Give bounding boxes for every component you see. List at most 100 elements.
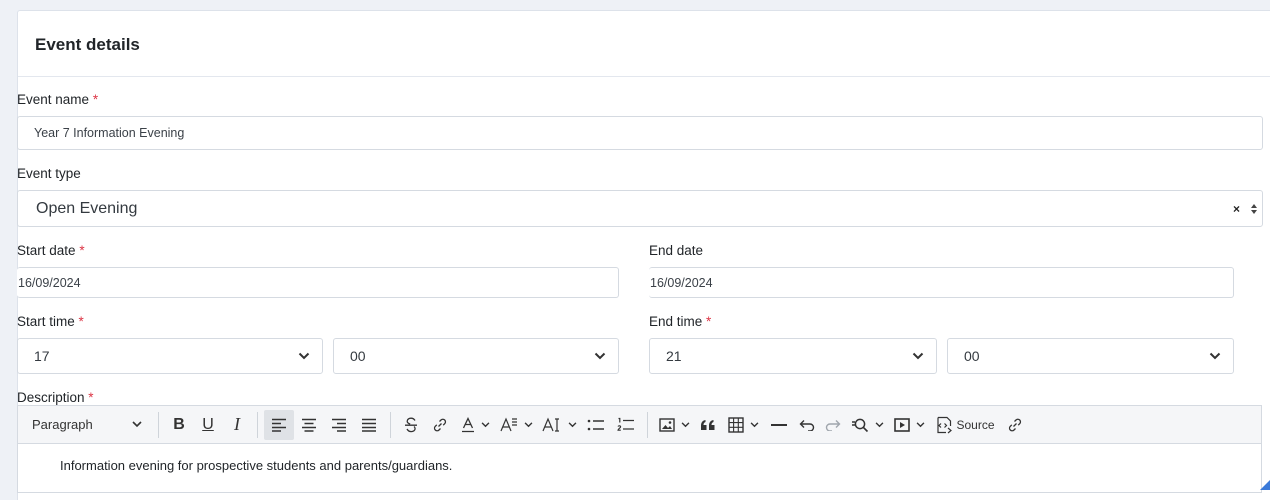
- start-time-label-text: Start time: [17, 314, 75, 329]
- align-justify-button[interactable]: [354, 410, 384, 440]
- italic-button[interactable]: I: [223, 410, 251, 440]
- link-icon: [432, 417, 448, 433]
- text-case-button[interactable]: [537, 410, 581, 440]
- end-minute-value: 00: [964, 348, 980, 364]
- end-hour-select[interactable]: 21: [649, 338, 937, 374]
- chevron-down-icon: [1209, 352, 1221, 360]
- start-hour-select[interactable]: 17: [17, 338, 323, 374]
- chevron-down-icon: [132, 421, 142, 428]
- redo-icon: [825, 419, 841, 431]
- align-right-button[interactable]: [324, 410, 354, 440]
- start-date-input[interactable]: 16/09/2024: [17, 267, 619, 298]
- start-minute-select[interactable]: 00: [333, 338, 619, 374]
- align-left-button[interactable]: [264, 410, 294, 440]
- media-embed-button[interactable]: [888, 410, 930, 440]
- toolbar-divider: [390, 412, 391, 438]
- bulleted-list-icon: [587, 418, 605, 432]
- required-marker: *: [706, 314, 711, 329]
- chevron-down-icon: [298, 352, 310, 360]
- font-size-button[interactable]: [495, 410, 537, 440]
- numbered-list-button[interactable]: [611, 410, 641, 440]
- heading-dropdown-label: Paragraph: [32, 417, 93, 432]
- bulleted-list-button[interactable]: [581, 410, 611, 440]
- align-right-icon: [331, 418, 347, 432]
- end-date-input[interactable]: 16/09/2024: [649, 267, 1234, 298]
- event-name-input[interactable]: Year 7 Information Evening: [17, 116, 1263, 150]
- blockquote-icon: [700, 419, 716, 431]
- horizontal-line-icon: [770, 423, 788, 427]
- sort-updown-icon[interactable]: [1251, 204, 1257, 214]
- end-date-label: End date: [649, 243, 703, 258]
- underline-button[interactable]: U: [193, 410, 223, 440]
- source-label: Source: [956, 418, 994, 432]
- end-time-label: End time *: [649, 314, 711, 329]
- table-icon: [728, 417, 744, 433]
- editor-toolbar: Paragraph B U I: [17, 405, 1262, 443]
- toolbar-divider: [158, 412, 159, 438]
- redo-button[interactable]: [820, 410, 846, 440]
- find-replace-button[interactable]: [846, 410, 888, 440]
- chevron-down-icon: [912, 352, 924, 360]
- chevron-down-icon: [524, 422, 533, 428]
- align-center-button[interactable]: [294, 410, 324, 440]
- start-date-value: 16/09/2024: [18, 276, 81, 290]
- end-date-value: 16/09/2024: [650, 276, 713, 290]
- chevron-down-icon: [594, 352, 606, 360]
- chevron-down-icon: [875, 422, 884, 428]
- blockquote-button[interactable]: [694, 410, 722, 440]
- align-justify-icon: [361, 418, 377, 432]
- chevron-down-icon: [916, 422, 925, 428]
- numbered-list-icon: [617, 417, 635, 433]
- description-editor[interactable]: Information evening for prospective stud…: [17, 443, 1262, 493]
- event-name-value: Year 7 Information Evening: [34, 126, 184, 140]
- event-type-select[interactable]: Open Evening ×: [17, 190, 1263, 227]
- clear-icon[interactable]: ×: [1233, 202, 1240, 216]
- event-type-label-text: Event type: [17, 166, 81, 181]
- undo-button[interactable]: [794, 410, 820, 440]
- italic-icon: I: [234, 414, 240, 435]
- chevron-down-icon: [481, 422, 490, 428]
- card-title: Event details: [35, 35, 1270, 55]
- event-type-label: Event type: [17, 166, 81, 181]
- start-time-label: Start time *: [17, 314, 84, 329]
- start-date-label: Start date *: [17, 243, 85, 258]
- media-embed-icon: [894, 418, 910, 432]
- bold-icon: B: [173, 416, 185, 434]
- required-marker: *: [93, 92, 98, 107]
- chevron-down-icon: [750, 422, 759, 428]
- start-hour-value: 17: [34, 348, 50, 364]
- end-hour-value: 21: [666, 348, 682, 364]
- description-label: Description *: [17, 390, 94, 405]
- insert-image-button[interactable]: [654, 410, 694, 440]
- end-date-label-text: End date: [649, 243, 703, 258]
- insert-table-button[interactable]: [722, 410, 764, 440]
- align-center-icon: [301, 418, 317, 432]
- bold-button[interactable]: B: [165, 410, 193, 440]
- end-minute-select[interactable]: 00: [947, 338, 1234, 374]
- font-color-button[interactable]: [455, 410, 495, 440]
- align-left-icon: [271, 418, 287, 432]
- resize-handle[interactable]: [1260, 480, 1270, 490]
- font-size-icon: [500, 417, 518, 433]
- undo-icon: [799, 419, 815, 431]
- horizontal-line-button[interactable]: [764, 410, 794, 440]
- strikethrough-button[interactable]: [397, 410, 425, 440]
- card-header: Event details: [18, 11, 1270, 77]
- event-type-value: Open Evening: [36, 200, 137, 218]
- strikethrough-icon: [404, 417, 418, 433]
- link-button[interactable]: [425, 410, 455, 440]
- find-replace-icon: [851, 417, 869, 433]
- chevron-down-icon: [681, 422, 690, 428]
- event-name-label: Event name *: [17, 92, 98, 107]
- source-button[interactable]: Source: [930, 410, 1000, 440]
- text-case-icon: [542, 417, 562, 433]
- heading-dropdown[interactable]: Paragraph: [32, 410, 152, 440]
- toolbar-divider: [647, 412, 648, 438]
- unlink-button[interactable]: [1000, 410, 1030, 440]
- start-date-label-text: Start date: [17, 243, 76, 258]
- description-label-text: Description: [17, 390, 85, 405]
- unlink-icon: [1007, 417, 1023, 433]
- start-minute-value: 00: [350, 348, 366, 364]
- chevron-down-icon: [568, 422, 577, 428]
- end-time-label-text: End time: [649, 314, 702, 329]
